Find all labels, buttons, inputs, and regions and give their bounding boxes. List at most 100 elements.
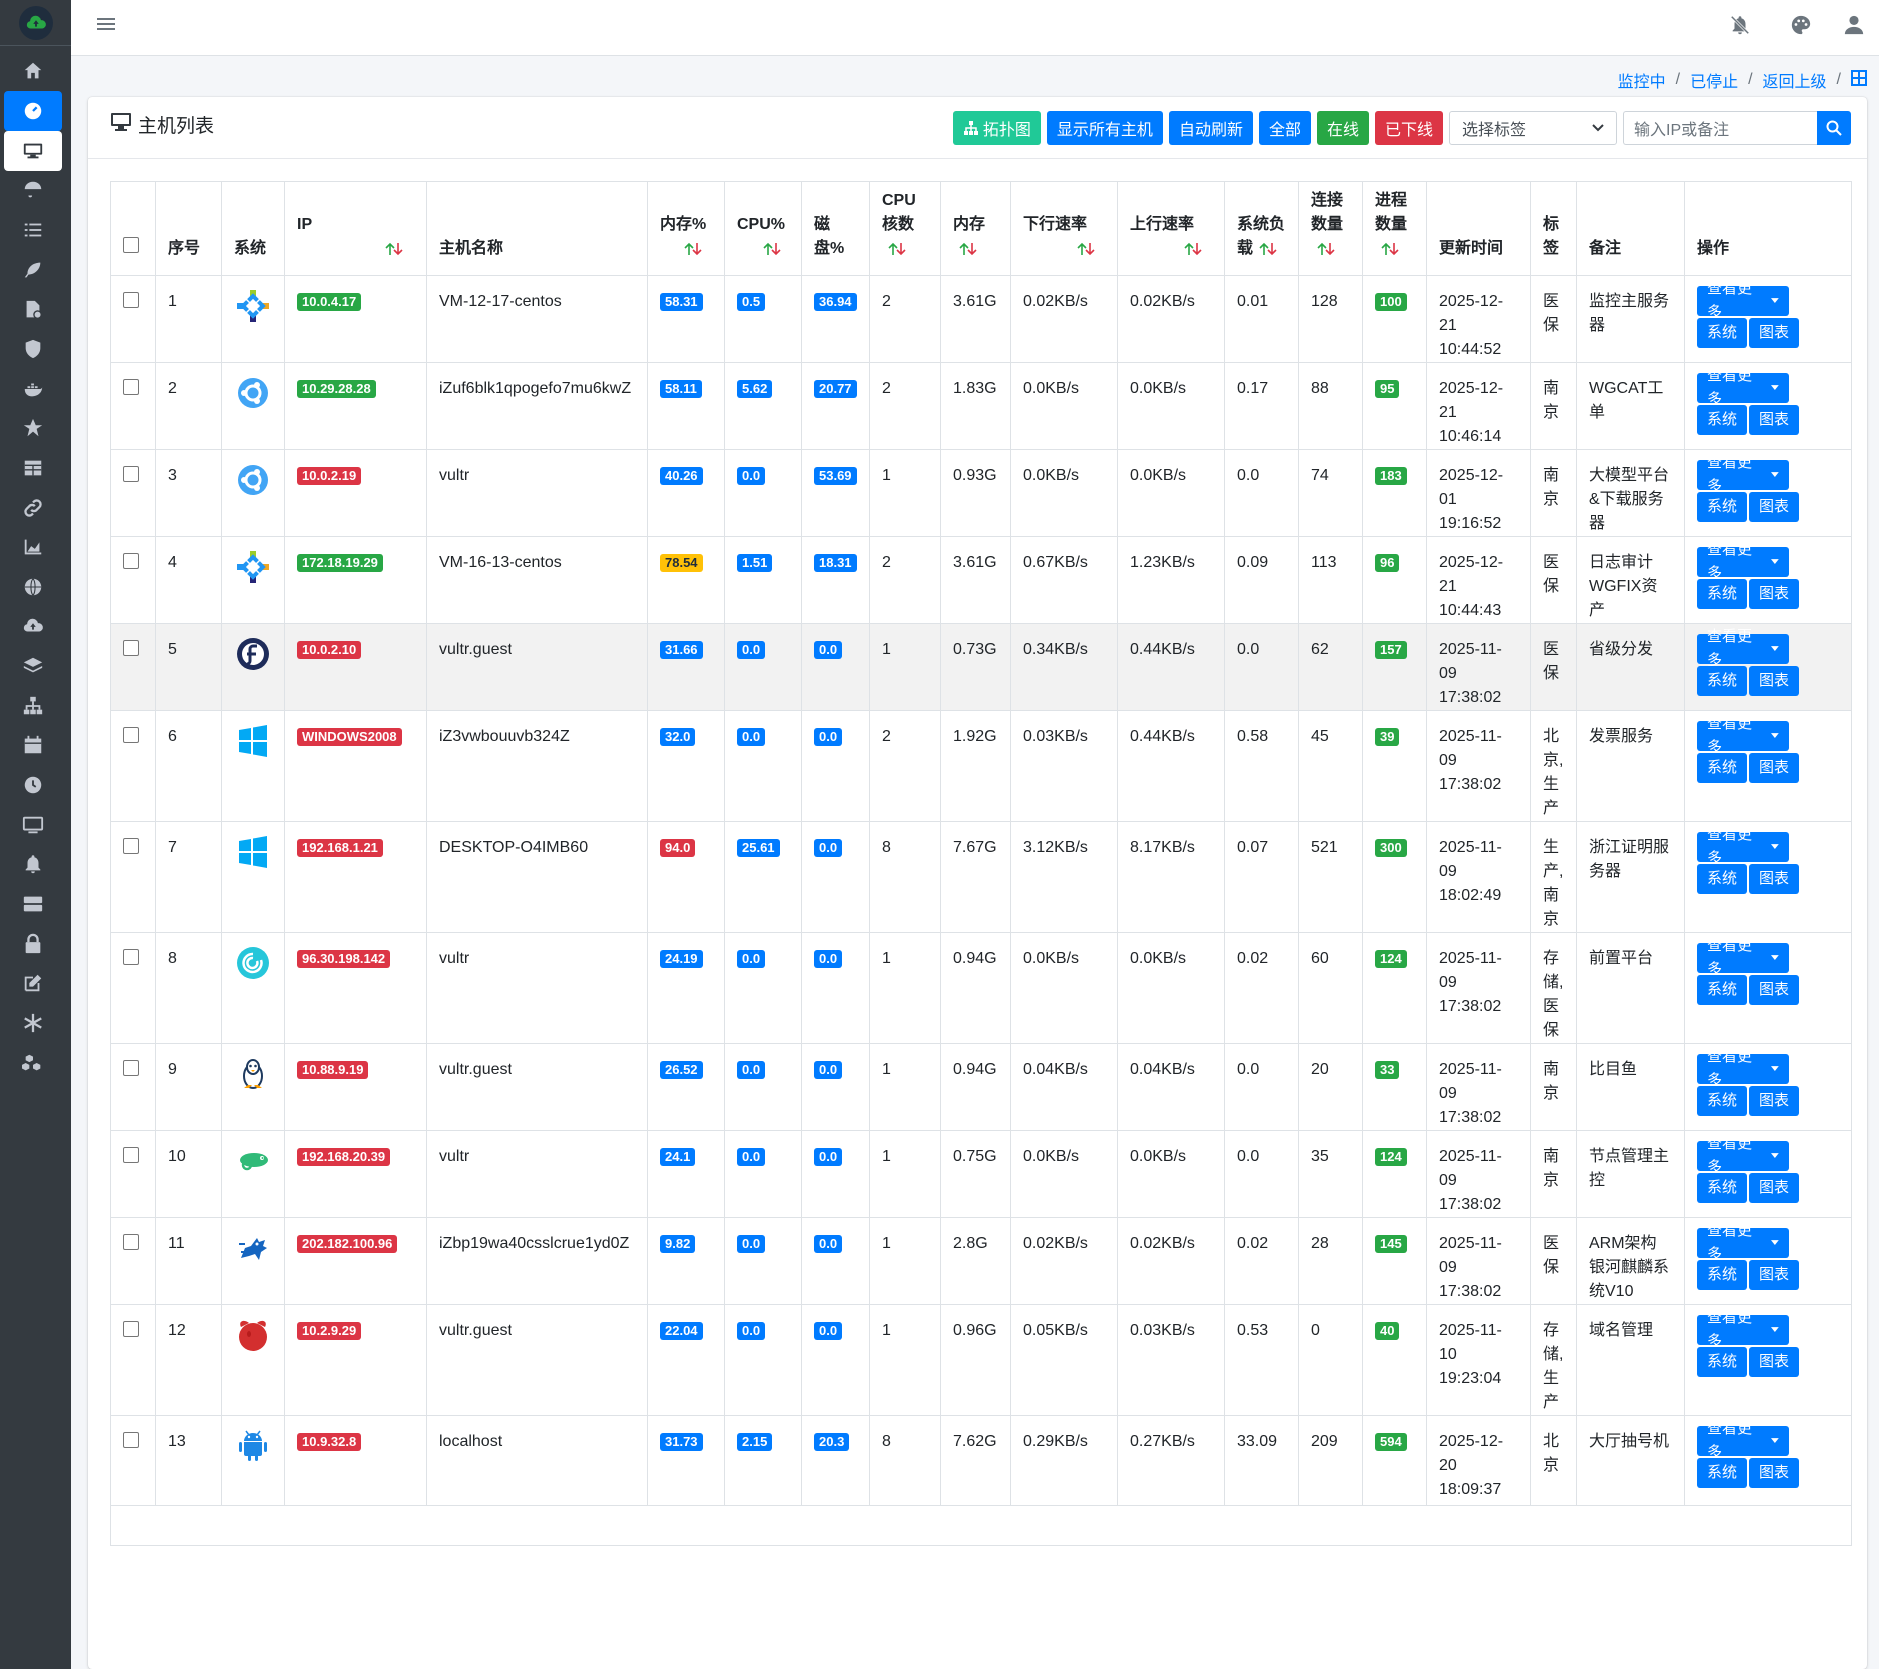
row-checkbox[interactable]: [123, 640, 139, 656]
sort-icon[interactable]: [959, 242, 977, 256]
row-checkbox[interactable]: [123, 553, 139, 569]
chart-button[interactable]: 图表: [1749, 318, 1800, 348]
search-input[interactable]: 输入IP或备注: [1623, 111, 1817, 145]
logo[interactable]: [0, 0, 71, 46]
palette-icon[interactable]: [1788, 12, 1814, 38]
breadcrumb-monitoring[interactable]: 监控中: [1618, 68, 1666, 92]
view-more-button[interactable]: 查看更多: [1697, 454, 1789, 495]
ip-cell[interactable]: WINDOWS2008: [284, 710, 427, 822]
ip-cell[interactable]: 10.2.9.29: [284, 1304, 427, 1416]
view-more-button[interactable]: 查看更多: [1697, 937, 1789, 978]
sidebar-item-monitor[interactable]: [4, 805, 62, 845]
system-button[interactable]: 系统: [1697, 975, 1748, 1005]
menu-toggle-icon[interactable]: [97, 14, 117, 39]
row-checkbox[interactable]: [123, 838, 139, 854]
auto-refresh-button[interactable]: 自动刷新: [1168, 111, 1253, 145]
system-button[interactable]: 系统: [1697, 1260, 1748, 1290]
view-more-button[interactable]: 查看更多: [1697, 628, 1789, 669]
chart-button[interactable]: 图表: [1749, 1458, 1800, 1488]
filter-offline-button[interactable]: 已下线: [1374, 111, 1443, 145]
sidebar-item-snowflake[interactable]: [4, 1003, 62, 1043]
search-button[interactable]: [1817, 111, 1851, 145]
row-checkbox[interactable]: [123, 1432, 139, 1448]
row-checkbox[interactable]: [123, 1234, 139, 1250]
sort-icon[interactable]: [1077, 242, 1095, 256]
system-button[interactable]: 系统: [1697, 405, 1748, 435]
sidebar-item-star[interactable]: [4, 408, 62, 448]
row-checkbox[interactable]: [123, 1060, 139, 1076]
view-more-button[interactable]: 查看更多: [1697, 1135, 1789, 1176]
sidebar-item-dashboard[interactable]: [4, 91, 62, 131]
ip-cell[interactable]: 192.168.20.39: [284, 1130, 427, 1218]
chart-button[interactable]: 图表: [1749, 1347, 1800, 1377]
row-checkbox[interactable]: [123, 292, 139, 308]
filter-online-button[interactable]: 在线: [1316, 111, 1369, 145]
col-load[interactable]: 系统负载: [1224, 181, 1299, 276]
sidebar-item-globe[interactable]: [4, 567, 62, 607]
row-checkbox[interactable]: [123, 727, 139, 743]
chart-button[interactable]: 图表: [1749, 753, 1800, 783]
col-mem-pct[interactable]: 内存%: [647, 181, 725, 276]
tag-select[interactable]: 选择标签: [1449, 111, 1617, 145]
col-disk-pct[interactable]: 磁盘%: [801, 181, 870, 276]
ip-cell[interactable]: 10.88.9.19: [284, 1043, 427, 1131]
system-button[interactable]: 系统: [1697, 1347, 1748, 1377]
sort-icon[interactable]: [1317, 242, 1335, 256]
view-more-button[interactable]: 查看更多: [1697, 367, 1789, 408]
sidebar-item-shield[interactable]: [4, 329, 62, 369]
ip-cell[interactable]: 10.0.2.10: [284, 623, 427, 711]
ip-cell[interactable]: 10.29.28.28: [284, 362, 427, 450]
sort-icon[interactable]: [888, 242, 906, 256]
view-more-button[interactable]: 查看更多: [1697, 826, 1789, 867]
col-ip[interactable]: IP: [284, 181, 427, 276]
row-checkbox[interactable]: [123, 1147, 139, 1163]
ip-cell[interactable]: 202.182.100.96: [284, 1217, 427, 1305]
sidebar-item-cloud-upload[interactable]: [4, 606, 62, 646]
sidebar-item-link[interactable]: [4, 488, 62, 528]
row-checkbox[interactable]: [123, 1321, 139, 1337]
filter-all-button[interactable]: 全部: [1258, 111, 1311, 145]
chart-button[interactable]: 图表: [1749, 1260, 1800, 1290]
chart-button[interactable]: 图表: [1749, 666, 1800, 696]
sidebar-item-clock[interactable]: [4, 765, 62, 805]
sidebar-item-umbrella[interactable]: [4, 170, 62, 210]
sort-icon[interactable]: [1259, 242, 1277, 256]
sort-icon[interactable]: [1184, 242, 1202, 256]
chart-button[interactable]: 图表: [1749, 975, 1800, 1005]
sidebar-item-layers[interactable]: [4, 646, 62, 686]
user-icon[interactable]: [1841, 12, 1867, 38]
sidebar-item-lock[interactable]: [4, 924, 62, 964]
sort-icon[interactable]: [763, 242, 781, 256]
system-button[interactable]: 系统: [1697, 1173, 1748, 1203]
system-button[interactable]: 系统: [1697, 666, 1748, 696]
system-button[interactable]: 系统: [1697, 318, 1748, 348]
view-more-button[interactable]: 查看更多: [1697, 1309, 1789, 1350]
sidebar-item-cubes[interactable]: [4, 1043, 62, 1083]
system-button[interactable]: 系统: [1697, 579, 1748, 609]
sidebar-item-sitemap[interactable]: [4, 686, 62, 726]
row-checkbox[interactable]: [123, 466, 139, 482]
col-mem[interactable]: 内存: [940, 181, 1011, 276]
chart-button[interactable]: 图表: [1749, 864, 1800, 894]
sort-icon[interactable]: [385, 242, 403, 256]
col-proc[interactable]: 进程 数量: [1362, 181, 1427, 276]
view-more-button[interactable]: 查看更多: [1697, 280, 1789, 321]
sidebar-item-server[interactable]: [4, 884, 62, 924]
sidebar-item-edit[interactable]: [4, 963, 62, 1003]
breadcrumb-back[interactable]: 返回上级: [1763, 68, 1827, 92]
topology-button[interactable]: 拓扑图: [952, 111, 1041, 145]
sort-icon[interactable]: [1381, 242, 1399, 256]
sidebar-item-area-chart[interactable]: [4, 527, 62, 567]
bell-off-icon[interactable]: [1727, 12, 1753, 38]
sidebar-item-tasks[interactable]: [4, 210, 62, 250]
system-button[interactable]: 系统: [1697, 1086, 1748, 1116]
ip-cell[interactable]: 10.9.32.8: [284, 1415, 427, 1506]
sidebar-item-bell[interactable]: [4, 844, 62, 884]
sidebar-item-table[interactable]: [4, 448, 62, 488]
grid-view-icon[interactable]: [1851, 69, 1867, 91]
view-more-button[interactable]: 查看更多: [1697, 1420, 1789, 1461]
system-button[interactable]: 系统: [1697, 1458, 1748, 1488]
ip-cell[interactable]: 172.18.19.29: [284, 536, 427, 624]
view-more-button[interactable]: 查看更多: [1697, 1222, 1789, 1263]
system-button[interactable]: 系统: [1697, 492, 1748, 522]
